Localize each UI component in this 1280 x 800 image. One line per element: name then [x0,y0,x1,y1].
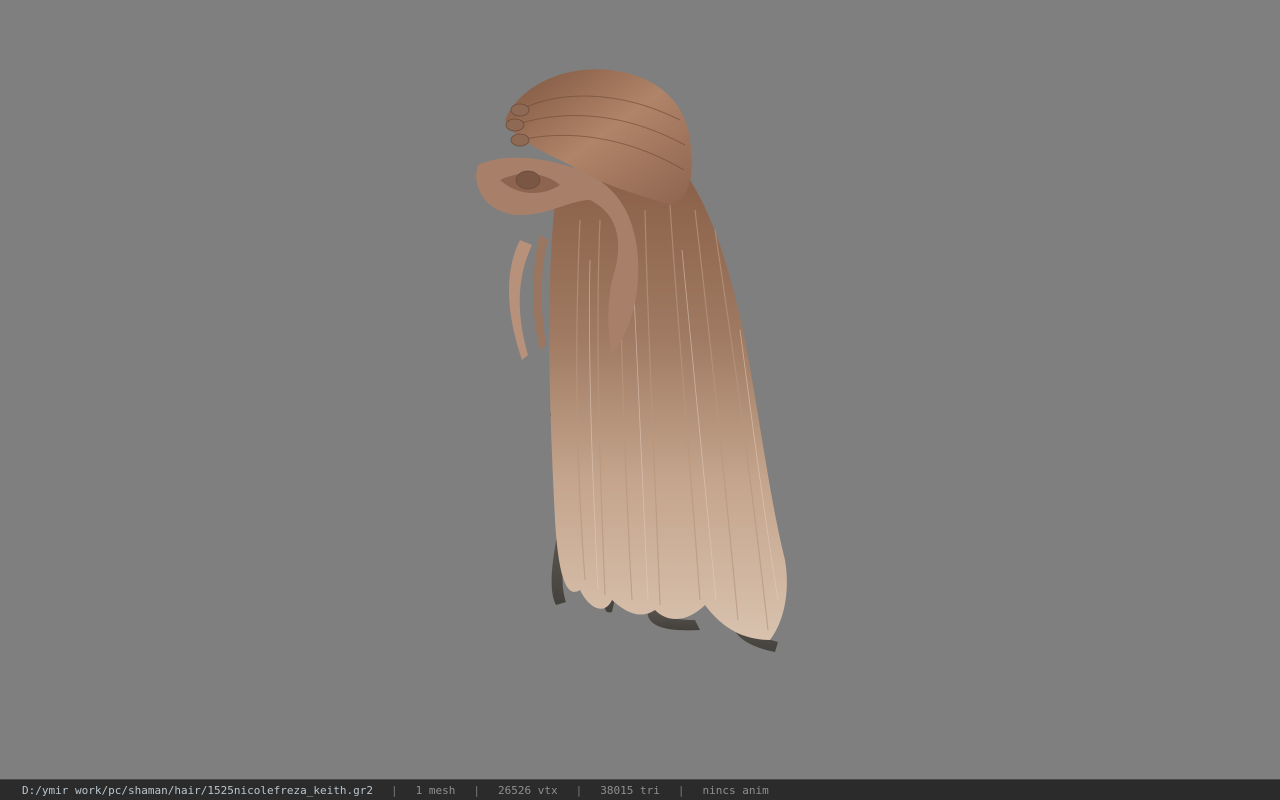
separator: | [391,783,398,797]
3d-viewport[interactable] [0,0,1280,779]
mesh-count: 1 mesh [415,783,456,797]
file-path: D:/ymir work/pc/shaman/hair/1525nicolefr… [22,783,373,797]
anim-status: nincs anim [702,783,769,797]
separator: | [677,783,685,797]
hair-loose-strand [508,240,532,360]
status-bar: D:/ymir work/pc/shaman/hair/1525nicolefr… [0,779,1280,800]
separator: | [575,783,583,797]
hair-back-mass [549,175,787,641]
vertex-count: 26526 vtx [498,783,558,797]
separator: | [473,783,480,797]
hair-model-render [476,69,787,652]
triangle-count: 38015 tri [600,783,660,797]
